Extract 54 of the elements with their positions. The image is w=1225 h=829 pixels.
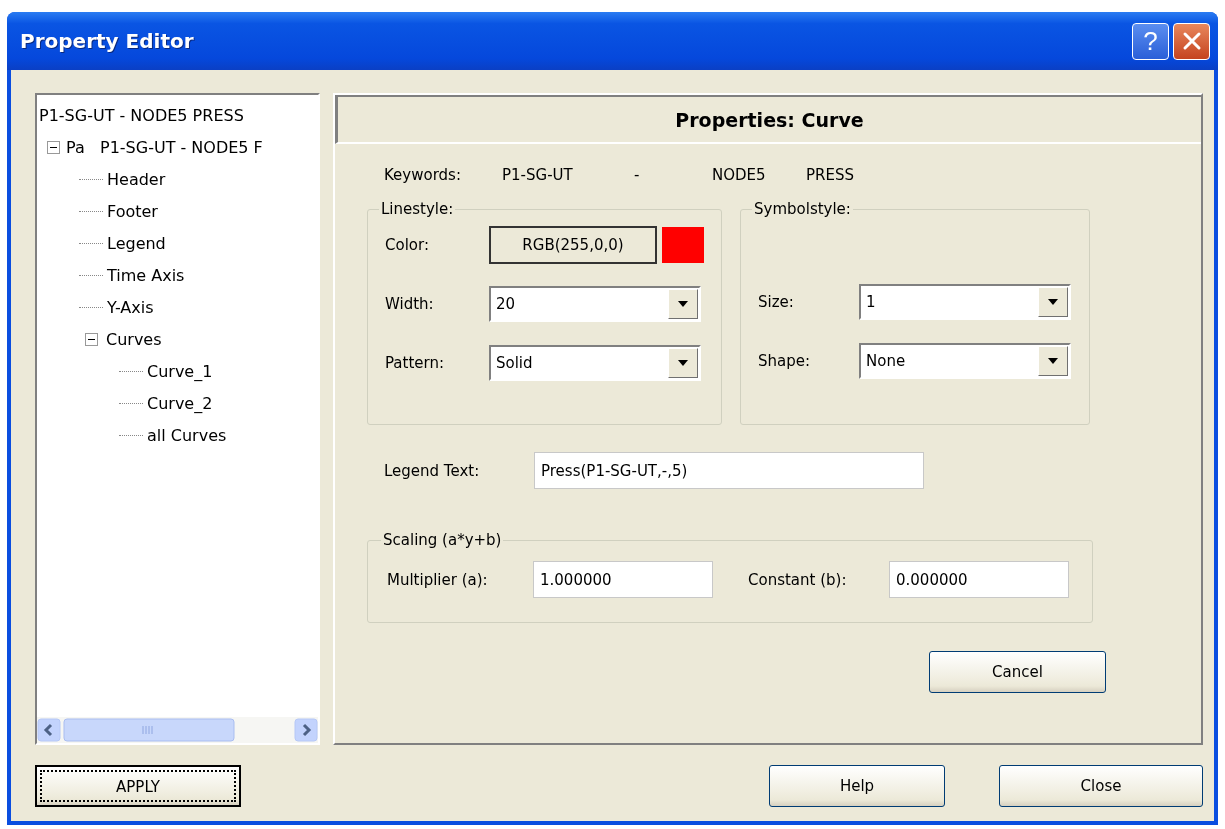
tree-item[interactable]: Time Axis [107,265,185,285]
keyword: P1-SG-UT [502,166,574,184]
group-title: Scaling (a*y+b) [382,531,503,549]
keyword: - [634,166,641,184]
tree-item[interactable]: Pa P1-SG-UT - NODE5 F [66,137,263,157]
pattern-dropdown[interactable]: Solid [489,345,701,381]
help-button[interactable]: Help [769,765,945,807]
field-label: Pattern: [385,354,446,372]
tree-item[interactable]: Curve_2 [147,393,213,413]
color-swatch[interactable] [662,227,704,263]
scroll-left-icon[interactable] [37,718,61,742]
apply-button[interactable]: APPLY [35,765,241,807]
width-dropdown[interactable]: 20 [489,286,701,322]
tree-item[interactable]: Curves [106,329,162,349]
window-title: Property Editor [20,29,195,53]
field-label: Constant (b): [748,570,848,589]
dropdown-arrow-icon [678,301,688,307]
field-label: Color: [385,236,430,254]
field-label: Shape: [758,352,812,370]
group-title: Linestyle: [380,200,455,218]
constant-field[interactable]: 0.000000 [889,561,1069,598]
tree-item[interactable]: Y-Axis [107,297,154,317]
shape-dropdown[interactable]: None [859,343,1071,379]
group-title: Symbolstyle: [753,200,852,218]
tree-item[interactable]: Curve_1 [147,361,213,381]
legend-text-field[interactable]: Press(P1-SG-UT,-,5) [534,452,924,489]
scroll-right-icon[interactable] [294,718,318,742]
keyword: NODE5 [712,166,767,184]
tree-item[interactable]: Legend [107,233,166,253]
close-button[interactable] [1173,22,1210,60]
collapse-icon[interactable] [85,332,98,346]
color-button[interactable]: RGB(255,0,0) [489,226,657,264]
panel-title: Properties: Curve [675,108,864,131]
collapse-icon[interactable] [47,140,60,154]
field-label: Size: [758,293,795,311]
help-button[interactable]: ? [1132,22,1169,60]
scroll-thumb[interactable] [63,718,235,742]
dropdown-arrow-icon [1048,299,1058,305]
dropdown-arrow-icon [678,360,688,366]
cancel-button[interactable]: Cancel [929,651,1106,693]
size-dropdown[interactable]: 1 [859,284,1071,320]
tree-item[interactable]: P1-SG-UT - NODE5 PRESS [39,105,244,125]
multiplier-field[interactable]: 1.000000 [533,561,713,598]
tree-item[interactable]: Header [107,169,166,189]
close-button[interactable]: Close [999,765,1203,807]
tree-item[interactable]: all Curves [147,425,227,445]
field-label: Multiplier (a): [387,570,489,589]
dropdown-arrow-icon [1048,358,1058,364]
tree-item[interactable]: Footer [107,201,158,221]
field-label: Legend Text: [384,461,481,480]
horizontal-scrollbar[interactable] [37,717,318,743]
field-label: Width: [385,295,435,313]
keyword: PRESS [806,166,854,184]
keywords-label: Keywords: [384,166,462,184]
